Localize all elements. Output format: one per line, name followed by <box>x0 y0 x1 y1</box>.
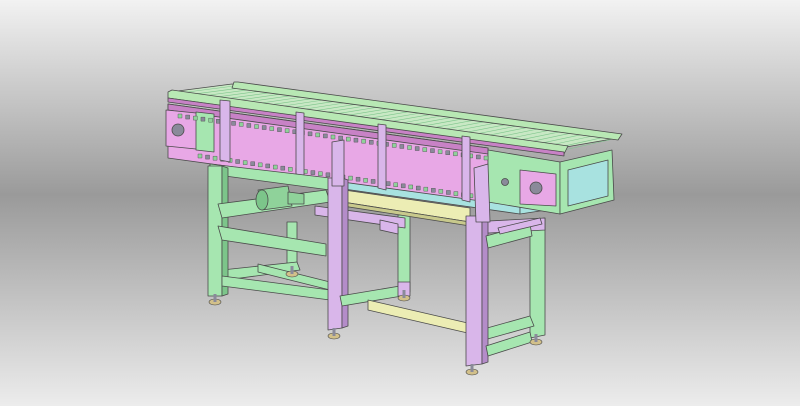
chain-link <box>446 190 451 195</box>
chain-link <box>258 162 263 168</box>
chain-link <box>370 179 376 184</box>
chain-link <box>310 170 316 175</box>
chain-link <box>273 164 278 170</box>
foot-stem <box>402 290 406 298</box>
chain-link <box>231 121 236 126</box>
chain-link <box>323 133 328 139</box>
chain-link <box>307 131 313 137</box>
chain-link <box>414 146 420 151</box>
chain-link <box>438 189 444 194</box>
conveyor-render <box>0 0 800 406</box>
foot-stem <box>534 334 538 342</box>
chain-link <box>208 117 213 123</box>
chain-link <box>235 159 240 164</box>
chain-link <box>250 161 255 166</box>
cad-viewport[interactable] <box>0 0 800 406</box>
chain-link <box>422 147 427 152</box>
chain-link <box>185 114 190 120</box>
chain-link <box>445 150 450 155</box>
chain-link <box>369 140 374 145</box>
chain-link <box>288 167 293 172</box>
foot-stem <box>332 328 336 336</box>
chain-link <box>261 125 267 130</box>
chain-link <box>315 132 320 138</box>
chain-link <box>254 124 259 129</box>
chain-link <box>430 148 435 153</box>
chain-link <box>431 188 436 193</box>
chain-link <box>453 151 458 157</box>
chain-link <box>348 175 353 181</box>
chain-link <box>453 191 459 196</box>
foot-stem <box>213 294 217 302</box>
chain-link <box>318 171 323 176</box>
chain-link <box>361 138 366 144</box>
chain-link <box>392 143 397 148</box>
chain-link <box>246 123 252 128</box>
chain-link <box>197 153 203 159</box>
chain-link <box>330 134 336 140</box>
chain-link <box>423 186 428 192</box>
chain-link <box>393 182 398 187</box>
chain-link <box>476 154 481 160</box>
chain-link <box>385 181 391 186</box>
chain-link <box>269 126 274 131</box>
chain-link <box>437 149 443 154</box>
chain-link <box>265 163 270 169</box>
chain-link <box>242 160 248 165</box>
chain-link <box>407 145 412 150</box>
chain-link <box>401 183 406 189</box>
chain-link <box>346 136 351 142</box>
chain-link <box>338 135 343 141</box>
chain-link <box>399 144 405 149</box>
chain-link <box>193 115 198 121</box>
chain-link <box>483 155 489 161</box>
chain-link <box>284 128 290 133</box>
foot-stem <box>470 364 474 372</box>
chain-link <box>363 178 368 183</box>
chain-link <box>238 122 244 127</box>
chain-link <box>416 185 421 191</box>
chain-link <box>200 116 206 122</box>
chain-link <box>177 113 183 119</box>
foot-stem <box>290 266 294 274</box>
chain-link <box>277 127 282 132</box>
chain-link <box>280 165 285 171</box>
chain-link <box>325 172 331 177</box>
chain-link <box>353 137 359 143</box>
chain-link <box>205 154 210 160</box>
chain-link <box>408 184 413 190</box>
chain-link <box>355 177 361 182</box>
chain-link <box>212 156 218 161</box>
